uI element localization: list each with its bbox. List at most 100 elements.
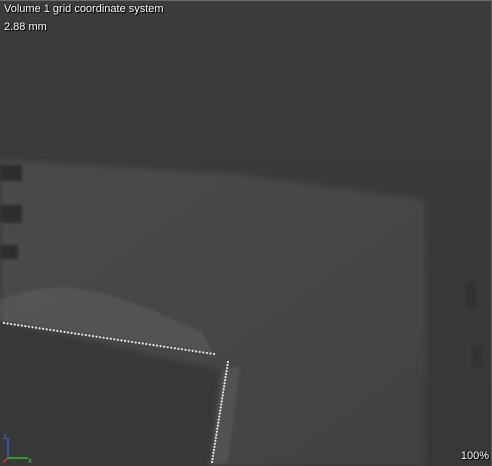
edge-highlight — [173, 347, 176, 350]
edge-highlight — [166, 346, 169, 349]
edge-highlight — [120, 339, 123, 342]
edge-highlight — [81, 333, 84, 336]
edge-highlight — [148, 343, 152, 346]
edge-highlight — [222, 388, 225, 391]
edge-highlight — [145, 342, 148, 346]
edge-highlight — [77, 332, 80, 336]
edge-highlight — [134, 341, 137, 344]
edge-highlight — [6, 322, 9, 325]
edge-highlight — [198, 350, 201, 353]
edge-highlight — [31, 326, 34, 329]
edge-highlight — [116, 338, 119, 341]
edge-highlight — [223, 385, 226, 388]
edge-highlight — [220, 403, 223, 406]
edge-highlight — [177, 347, 180, 350]
edge-highlight — [213, 445, 216, 448]
orientation-axes-icon: z x — [2, 432, 32, 464]
edge-highlight — [217, 421, 220, 424]
edge-highlight — [170, 346, 173, 349]
edge-highlight — [106, 337, 109, 340]
edge-highlight — [223, 382, 226, 385]
viewport-top-border — [0, 0, 492, 1]
edge-highlight — [91, 335, 95, 338]
edge-highlight — [226, 360, 230, 364]
edge-highlight — [70, 331, 73, 335]
edge-highlight — [163, 345, 166, 348]
scale-readout: 2.88 mm — [4, 21, 47, 33]
edge-highlight — [13, 323, 16, 326]
volume-slice-image — [0, 0, 492, 466]
edge-highlight — [209, 352, 212, 355]
edge-highlight — [211, 454, 215, 458]
axis-z-label: z — [3, 432, 7, 441]
edge-highlight — [2, 321, 6, 325]
edge-highlight — [88, 334, 91, 337]
edge-highlight — [222, 391, 225, 394]
edge-highlight — [49, 328, 52, 331]
edge-highlight — [38, 327, 41, 330]
edge-highlight — [210, 460, 214, 464]
edge-highlight — [221, 394, 224, 397]
edge-highlight — [212, 352, 216, 356]
edge-highlight — [63, 330, 66, 334]
edge-highlight — [45, 328, 48, 331]
volume-viewport[interactable]: Volume 1 grid coordinate system 2.88 mm … — [0, 0, 492, 466]
edge-highlight — [205, 351, 208, 355]
edge-highlight — [218, 415, 221, 418]
edge-highlight — [219, 406, 222, 409]
edge-highlight — [59, 330, 63, 333]
edge-highlight — [217, 418, 220, 421]
edge-highlight — [127, 340, 130, 343]
edge-highlight — [84, 333, 87, 337]
edge-highlight — [214, 439, 217, 442]
edge-highlight — [95, 335, 98, 338]
edge-highlight — [24, 325, 27, 328]
edge-highlight — [27, 325, 31, 328]
viewer-title: Volume 1 grid coordinate system — [4, 3, 164, 15]
edge-highlight — [138, 341, 141, 345]
edge-highlight — [215, 430, 218, 433]
edge-highlight — [225, 366, 229, 370]
edge-highlight — [113, 338, 116, 341]
edge-highlight — [211, 457, 214, 461]
edge-highlight — [141, 342, 144, 345]
edge-highlight — [216, 427, 219, 430]
edge-highlight — [123, 339, 127, 342]
edge-highlight — [102, 336, 105, 339]
edge-highlight — [159, 345, 162, 348]
edge-highlight — [56, 329, 59, 332]
edge-highlight — [224, 376, 227, 379]
edge-highlight — [10, 322, 13, 326]
edge-highlight — [213, 442, 217, 445]
zoom-level: 100% — [460, 450, 489, 462]
edge-highlight — [191, 349, 194, 352]
edge-highlight — [220, 400, 223, 403]
edge-highlight — [184, 348, 187, 351]
edge-highlight — [226, 363, 229, 367]
edge-highlight — [34, 326, 38, 329]
edge-highlight — [17, 324, 20, 327]
edge-highlight — [152, 343, 155, 347]
edge-highlight — [224, 373, 228, 376]
axis-x-label: x — [28, 456, 32, 464]
edge-highlight — [214, 436, 217, 439]
edge-highlight — [221, 397, 224, 400]
edge-highlight — [212, 448, 216, 451]
edge-highlight — [180, 348, 184, 351]
edge-highlight — [218, 412, 221, 415]
edge-highlight — [20, 324, 23, 327]
edge-highlight — [202, 351, 205, 354]
edge-highlight — [215, 433, 218, 436]
edge-highlight — [212, 451, 215, 455]
edge-highlight — [155, 344, 159, 347]
edge-highlight — [42, 327, 45, 330]
edge-highlight — [216, 424, 219, 427]
edge-highlight — [109, 337, 112, 340]
edge-highlight — [52, 329, 55, 332]
edge-highlight — [66, 331, 70, 334]
edge-highlight — [131, 340, 134, 344]
edge-highlight — [225, 369, 228, 373]
edge-highlight — [187, 349, 191, 352]
edge-highlight — [195, 350, 198, 353]
edge-highlight — [74, 332, 77, 335]
